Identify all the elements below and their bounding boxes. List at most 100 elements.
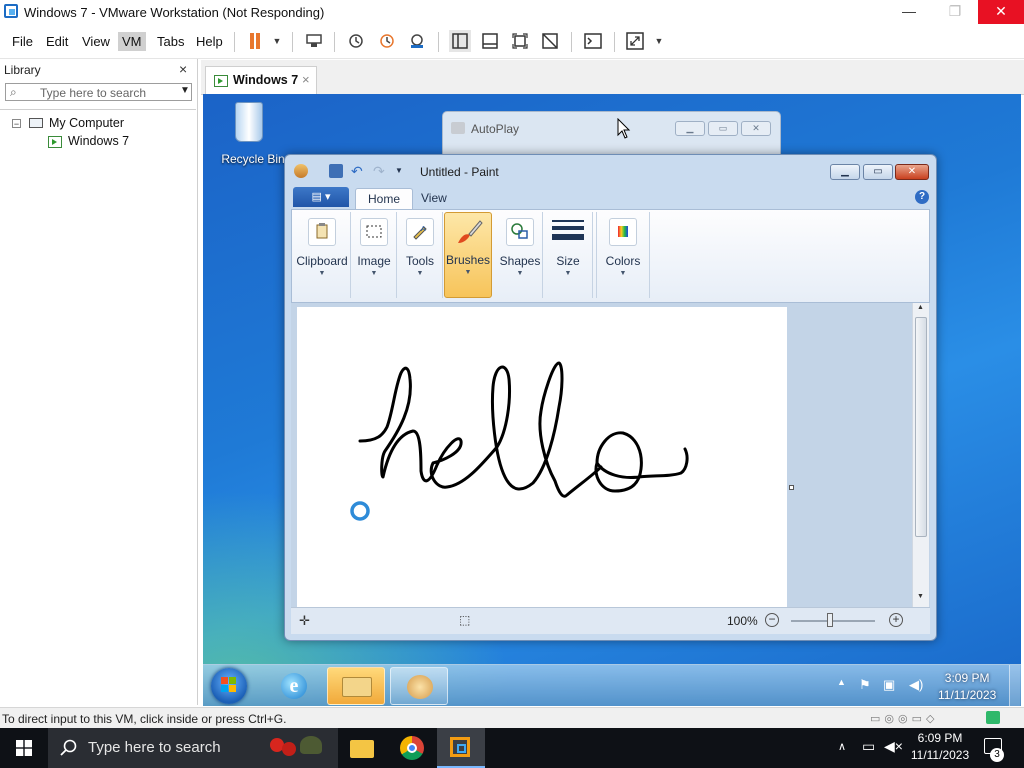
show-desktop-button[interactable] — [1009, 665, 1020, 706]
chevron-down-icon: ▼ — [564, 270, 572, 277]
taskbar-explorer[interactable] — [327, 667, 385, 705]
tab-view[interactable]: View — [409, 188, 459, 209]
restore-button[interactable]: ❐ — [932, 0, 978, 24]
library-tree: − My Computer Windows 7 — [0, 109, 196, 706]
canvas-resize-handle[interactable] — [789, 485, 794, 490]
canvas-area: ▲ ▼ — [291, 303, 930, 607]
taskbar-vmware[interactable] — [437, 728, 485, 768]
menu-vm[interactable]: VM — [118, 32, 146, 51]
group-clipboard[interactable]: Clipboard ▼ — [294, 212, 351, 298]
send-ctrl-alt-del-icon[interactable] — [303, 30, 325, 52]
group-size[interactable]: Size ▼ — [544, 212, 593, 298]
message-icon[interactable] — [986, 711, 1000, 724]
taskbar-internet-explorer[interactable]: e — [265, 667, 323, 705]
vertical-scrollbar[interactable]: ▲ ▼ — [912, 303, 929, 607]
thumbnail-bar-icon[interactable] — [479, 30, 501, 52]
snapshot-manager-icon[interactable] — [406, 30, 428, 52]
start-button[interactable] — [211, 668, 247, 704]
tab-windows-7[interactable]: Windows 7 × — [205, 66, 317, 94]
paint-menu-button[interactable]: ▤ ▾ — [293, 187, 349, 207]
paint-minimize-button[interactable]: ▁ — [830, 164, 860, 180]
snapshot-icon[interactable] — [345, 30, 367, 52]
stretch-guest-icon[interactable] — [624, 30, 646, 52]
tab-close-icon[interactable]: × — [302, 72, 310, 87]
tab-home[interactable]: Home — [355, 188, 414, 210]
paint-close-button[interactable]: ✕ — [895, 164, 929, 180]
zoom-out-button[interactable]: − — [765, 613, 779, 627]
paint-maximize-button[interactable]: ▭ — [863, 164, 893, 180]
pause-icon[interactable] — [244, 30, 266, 52]
revert-snapshot-icon[interactable] — [376, 30, 398, 52]
folder-icon — [350, 740, 374, 758]
tree-item-windows-7[interactable]: Windows 7 — [48, 134, 188, 150]
vm-icon — [48, 136, 62, 148]
console-view-icon[interactable] — [582, 30, 604, 52]
guest-clock[interactable]: 3:09 PM 11/11/2023 — [938, 671, 996, 702]
status-text: To direct input to this VM, click inside… — [2, 712, 287, 726]
taskbar-file-explorer[interactable] — [350, 736, 374, 758]
scroll-down-icon[interactable]: ▼ — [917, 593, 924, 600]
group-brushes[interactable]: Brushes ▼ — [444, 212, 492, 298]
tree-expander[interactable]: − — [12, 119, 21, 129]
group-colors[interactable]: Colors ▼ — [596, 212, 650, 298]
show-library-icon[interactable] — [449, 30, 471, 52]
guest-time: 3:09 PM — [944, 671, 990, 685]
zoom-in-button[interactable]: + — [889, 613, 903, 627]
close-button[interactable]: ✕ — [978, 0, 1024, 24]
svg-text:A: A — [421, 226, 426, 233]
menu-help[interactable]: Help — [192, 32, 227, 51]
guest-desktop[interactable]: Recycle Bin AutoPlay ▁ ▭ ✕ ↶ ↷ ▼ Untitle… — [203, 94, 1021, 706]
library-search-input[interactable]: ⌕ Type here to search ▼ — [5, 83, 192, 101]
paint-app-icon[interactable] — [294, 164, 308, 178]
show-hidden-icons[interactable]: ▲ — [837, 677, 846, 687]
stretch-dropdown-icon[interactable]: ▼ — [648, 30, 670, 52]
paint-status-bar: ✛ ⬚ 100% − + — [291, 607, 930, 634]
scrollbar-thumb[interactable] — [915, 317, 927, 537]
guest-date: 11/11/2023 — [938, 688, 997, 702]
undo-icon[interactable]: ↶ — [351, 164, 365, 178]
host-search-box[interactable]: Type here to search — [48, 728, 338, 768]
host-start-button[interactable] — [0, 728, 48, 768]
shapes-icon — [506, 218, 534, 246]
toolbar-separator — [234, 32, 235, 52]
taskbar-paint[interactable] — [390, 667, 448, 705]
tree-item-label: Windows 7 — [68, 134, 130, 148]
menu-tabs[interactable]: Tabs — [153, 32, 188, 51]
zoom-slider-knob[interactable] — [827, 613, 833, 627]
action-center-flag-icon[interactable]: ⚑ — [859, 677, 871, 693]
host-date: 11/11/2023 — [910, 748, 970, 762]
guest-taskbar: e ▲ ⚑ ▣ ◀) 3:09 PM 11/11/2023 — [203, 664, 1021, 706]
full-screen-icon[interactable] — [509, 30, 531, 52]
show-hidden-icons[interactable]: ∧ — [838, 740, 846, 753]
library-title: Library — [4, 63, 41, 77]
tree-item-my-computer[interactable]: − My Computer — [12, 116, 192, 132]
pause-dropdown-icon[interactable]: ▼ — [266, 30, 288, 52]
menu-view[interactable]: View — [78, 32, 114, 51]
device-status-icons[interactable]: ▭◎◎▭◇ — [870, 712, 938, 725]
network-icon[interactable]: ▭ — [862, 738, 875, 755]
zoom-slider-track[interactable] — [791, 620, 875, 622]
unity-icon[interactable] — [539, 30, 561, 52]
volume-icon[interactable]: ◀) — [909, 677, 923, 693]
autoplay-minimize-button[interactable]: ▁ — [675, 121, 705, 136]
help-icon[interactable]: ? — [915, 190, 929, 204]
quick-access-dropdown-icon[interactable]: ▼ — [395, 164, 409, 178]
menu-edit[interactable]: Edit — [42, 32, 72, 51]
chrome-icon[interactable] — [400, 736, 424, 760]
host-clock[interactable]: 6:09 PM 11/11/2023 — [900, 731, 980, 762]
paint-title-bar[interactable]: ↶ ↷ ▼ Untitled - Paint ▁ ▭ ✕ — [285, 155, 936, 185]
drawing-canvas[interactable] — [297, 307, 787, 607]
autoplay-maximize-button[interactable]: ▭ — [708, 121, 738, 136]
menu-file[interactable]: File — [8, 32, 37, 51]
paint-window[interactable]: ↶ ↷ ▼ Untitled - Paint ▁ ▭ ✕ ▤ ▾ Home Vi… — [284, 154, 937, 641]
group-image[interactable]: Image ▼ — [352, 212, 397, 298]
autoplay-close-button[interactable]: ✕ — [741, 121, 771, 136]
chevron-down-icon[interactable]: ▼ — [180, 85, 190, 96]
save-icon[interactable] — [329, 164, 343, 178]
group-shapes[interactable]: Shapes ▼ — [498, 212, 543, 298]
network-icon[interactable]: ▣ — [883, 677, 895, 693]
minimize-button[interactable]: — — [886, 0, 932, 24]
group-tools[interactable]: A Tools ▼ — [398, 212, 443, 298]
library-close-button[interactable]: × — [179, 61, 187, 77]
scroll-up-icon[interactable]: ▲ — [917, 304, 924, 311]
